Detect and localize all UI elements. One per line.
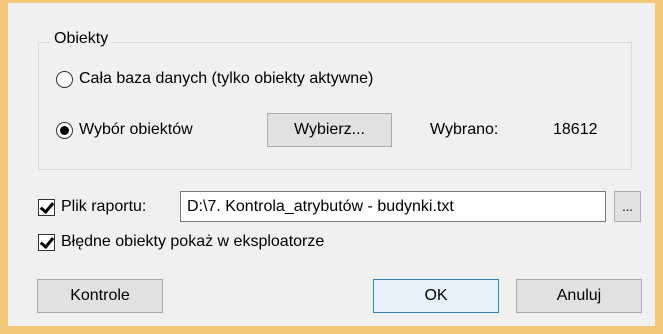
- show-in-explorer-checkbox[interactable]: [38, 233, 55, 251]
- report-file-checkbox-row[interactable]: Plik raportu:: [38, 198, 146, 216]
- report-file-path-input[interactable]: D:\7. Kontrola_atrybutów - budynki.txt: [180, 191, 606, 222]
- show-in-explorer-label: Błędne obiekty pokaż w eksploatorze: [61, 233, 325, 250]
- window-top-border: [0, 0, 663, 3]
- radio-select-objects[interactable]: [56, 121, 73, 139]
- report-file-label: Plik raportu:: [61, 198, 147, 215]
- radio-select-objects-row[interactable]: Wybór obiektów: [56, 121, 193, 139]
- radio-all-database[interactable]: [56, 70, 73, 88]
- selected-label: Wybrano:: [430, 121, 499, 138]
- radio-all-database-label: Cała baza danych (tylko obiekty aktywne): [79, 70, 374, 87]
- objects-groupbox: [38, 42, 632, 170]
- controls-button[interactable]: Kontrole: [37, 279, 163, 313]
- ok-button[interactable]: OK: [373, 279, 499, 313]
- radio-select-objects-label: Wybór obiektów: [79, 121, 193, 138]
- objects-group-title: Obiekty: [50, 30, 113, 48]
- browse-file-button[interactable]: ...: [614, 191, 641, 222]
- select-objects-button[interactable]: Wybierz...: [267, 113, 392, 147]
- selected-count: 18612: [553, 121, 598, 138]
- radio-all-database-row[interactable]: Cała baza danych (tylko obiekty aktywne): [56, 70, 373, 88]
- report-file-checkbox[interactable]: [38, 198, 55, 216]
- cancel-button[interactable]: Anuluj: [516, 279, 642, 313]
- show-in-explorer-checkbox-row[interactable]: Błędne obiekty pokaż w eksploatorze: [38, 233, 324, 251]
